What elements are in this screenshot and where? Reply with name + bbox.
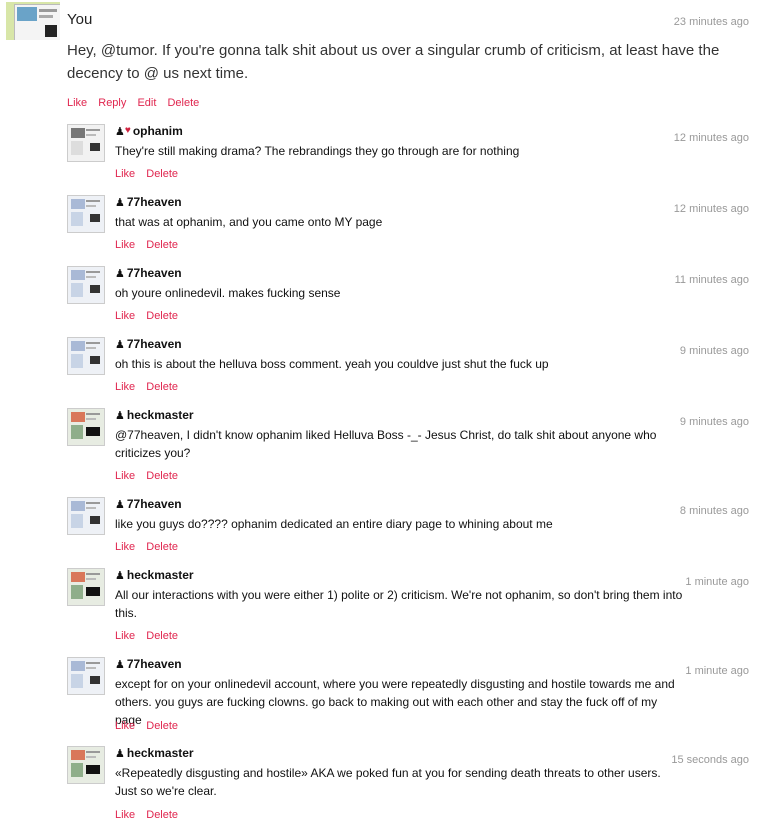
reply-timestamp: 11 minutes ago (674, 274, 749, 286)
post-text: Hey, @tumor. If you're gonna talk shit a… (67, 42, 720, 82)
avatar[interactable] (67, 408, 105, 446)
reply-text: @77heaven, I didn't know ophanim liked H… (115, 428, 657, 460)
reply-text: oh youre onlinedevil. makes fucking sens… (115, 286, 341, 300)
like-button[interactable]: Like (115, 239, 135, 251)
reply-button[interactable]: Reply (98, 97, 126, 109)
delete-button[interactable]: Delete (146, 168, 178, 180)
avatar[interactable] (67, 337, 105, 375)
reply-actions: Like Delete (115, 809, 186, 821)
reply-username[interactable]: ♟ 77heaven (115, 266, 182, 280)
person-icon: ♟ (115, 570, 125, 582)
reply-timestamp: 15 seconds ago (671, 754, 749, 766)
reply-actions: Like Delete (115, 630, 186, 642)
reply-username[interactable]: ♟ 77heaven (115, 657, 182, 671)
reply-timestamp: 1 minute ago (685, 576, 749, 588)
avatar[interactable] (67, 568, 105, 606)
reply-timestamp: 9 minutes ago (679, 416, 749, 428)
person-icon: ♟ (115, 499, 125, 511)
post-author[interactable]: You (67, 11, 92, 28)
reply-username[interactable]: ♟ 77heaven (115, 337, 182, 351)
edit-button[interactable]: Edit (137, 97, 156, 109)
reply-actions: Like Delete (115, 168, 186, 180)
like-button[interactable]: Like (115, 310, 135, 322)
delete-button[interactable]: Delete (146, 470, 178, 482)
person-icon: ♟ (115, 410, 125, 422)
delete-button[interactable]: Delete (146, 541, 178, 553)
avatar[interactable] (67, 266, 105, 304)
heart-icon: ♥ (124, 125, 131, 136)
like-button[interactable]: Like (115, 470, 135, 482)
delete-button[interactable]: Delete (146, 630, 178, 642)
reply-timestamp: 8 minutes ago (679, 505, 749, 517)
reply-username[interactable]: ♟ heckmaster (115, 746, 194, 760)
like-button[interactable]: Like (115, 809, 135, 821)
reply-actions: Like Delete (115, 720, 186, 732)
delete-button[interactable]: Delete (167, 97, 199, 109)
person-icon: ♟ (115, 659, 125, 671)
like-button[interactable]: Like (115, 720, 135, 732)
delete-button[interactable]: Delete (146, 239, 178, 251)
like-button[interactable]: Like (67, 97, 87, 109)
reply-actions: Like Delete (115, 381, 186, 393)
like-button[interactable]: Like (115, 168, 135, 180)
delete-button[interactable]: Delete (146, 310, 178, 322)
like-button[interactable]: Like (115, 541, 135, 553)
post-timestamp: 23 minutes ago (673, 16, 749, 28)
reply-timestamp: 12 minutes ago (673, 132, 749, 144)
reply-text: They're still making drama? The rebrandi… (115, 144, 520, 158)
avatar[interactable] (67, 657, 105, 695)
reply-timestamp: 9 minutes ago (679, 345, 749, 357)
author-avatar[interactable] (6, 2, 60, 40)
delete-button[interactable]: Delete (146, 720, 178, 732)
reply-username[interactable]: ♟♥ ophanim (115, 124, 183, 138)
avatar[interactable] (67, 746, 105, 784)
reply-text: like you guys do???? ophanim dedicated a… (115, 517, 553, 531)
person-icon: ♟ (115, 339, 125, 351)
avatar[interactable] (67, 497, 105, 535)
reply-actions: Like Delete (115, 239, 186, 251)
reply-actions: Like Delete (115, 310, 186, 322)
reply-text: oh this is about the helluva boss commen… (115, 357, 549, 371)
reply-text: that was at ophanim, and you came onto M… (115, 215, 383, 229)
reply-username[interactable]: ♟ heckmaster (115, 408, 194, 422)
reply-text: «Repeatedly disgusting and hostile» AKA … (115, 766, 661, 798)
post-actions: Like Reply Edit Delete (67, 97, 207, 109)
person-icon: ♟ (115, 748, 125, 760)
delete-button[interactable]: Delete (146, 809, 178, 821)
person-icon: ♟ (115, 268, 125, 280)
reply-text: except for on your onlinedevil account, … (115, 677, 675, 727)
person-icon: ♟ (115, 197, 125, 209)
reply-timestamp: 12 minutes ago (673, 203, 749, 215)
reply-username[interactable]: ♟ 77heaven (115, 195, 182, 209)
reply-username[interactable]: ♟ 77heaven (115, 497, 182, 511)
person-icon: ♟ (115, 126, 125, 138)
avatar[interactable] (67, 124, 105, 162)
reply-text: All our interactions with you were eithe… (115, 588, 683, 620)
reply-username[interactable]: ♟ heckmaster (115, 568, 194, 582)
avatar[interactable] (67, 195, 105, 233)
like-button[interactable]: Like (115, 381, 135, 393)
reply-actions: Like Delete (115, 470, 186, 482)
reply-actions: Like Delete (115, 541, 186, 553)
delete-button[interactable]: Delete (146, 381, 178, 393)
like-button[interactable]: Like (115, 630, 135, 642)
reply-timestamp: 1 minute ago (685, 665, 749, 677)
